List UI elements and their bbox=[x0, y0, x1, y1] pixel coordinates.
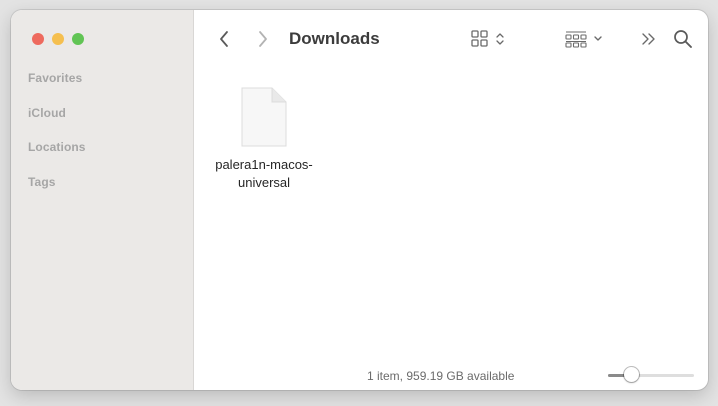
sidebar-section-tags[interactable]: Tags bbox=[28, 175, 86, 210]
sidebar-section-icloud[interactable]: iCloud bbox=[28, 106, 86, 141]
more-toolbar-button[interactable] bbox=[637, 27, 661, 51]
close-button[interactable] bbox=[32, 33, 44, 45]
grid-view-icon bbox=[471, 30, 504, 47]
window-title: Downloads bbox=[289, 29, 380, 48]
file-name: palera1n-macos-universal bbox=[215, 157, 313, 190]
chevron-right-icon bbox=[259, 31, 267, 47]
icon-size-slider[interactable] bbox=[604, 366, 694, 384]
sidebar-section-favorites[interactable]: Favorites bbox=[28, 71, 86, 106]
more-toolbar-items-icon bbox=[642, 33, 655, 45]
document-icon bbox=[241, 87, 287, 147]
forward-button[interactable] bbox=[251, 26, 275, 52]
group-by-icon bbox=[565, 31, 602, 48]
sidebar: Favorites iCloud Locations Tags bbox=[11, 10, 194, 390]
window-controls bbox=[32, 33, 84, 45]
chevron-left-icon bbox=[220, 31, 228, 47]
sidebar-sections: Favorites iCloud Locations Tags bbox=[28, 71, 86, 209]
status-bar-text: 1 item, 959.19 GB available bbox=[367, 369, 515, 383]
minimize-button[interactable] bbox=[52, 33, 64, 45]
search-button[interactable] bbox=[670, 26, 696, 52]
zoom-button[interactable] bbox=[72, 33, 84, 45]
back-button[interactable] bbox=[212, 26, 236, 52]
finder-window: Favorites iCloud Locations Tags Download… bbox=[11, 10, 708, 390]
slider-knob[interactable] bbox=[624, 367, 639, 382]
toolbar: Downloads bbox=[194, 10, 708, 68]
main-area: Downloads palera1n-macos-universal 1 ite… bbox=[194, 10, 708, 390]
sidebar-section-locations[interactable]: Locations bbox=[28, 140, 86, 175]
group-by-button[interactable] bbox=[562, 27, 612, 51]
file-item[interactable]: palera1n-macos-universal bbox=[210, 85, 318, 192]
view-mode-button[interactable] bbox=[468, 27, 512, 51]
search-icon bbox=[674, 30, 692, 48]
